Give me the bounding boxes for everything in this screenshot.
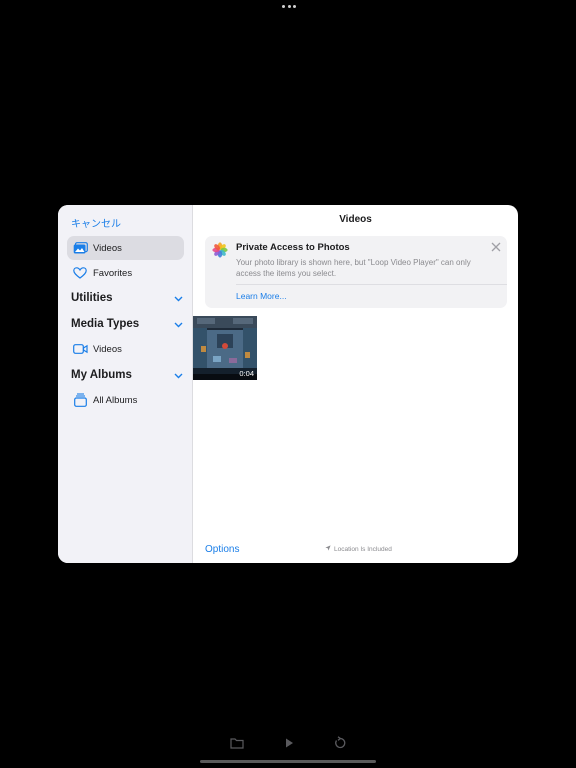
private-access-banner: Private Access to Photos Your photo libr… xyxy=(205,236,507,308)
options-button[interactable]: Options xyxy=(205,544,239,555)
home-indicator[interactable] xyxy=(200,760,376,763)
learn-more-link[interactable]: Learn More... xyxy=(236,291,287,301)
section-title: Media Types xyxy=(71,318,140,330)
sidebar-item-label: All Albums xyxy=(93,394,138,406)
location-status-text: Location Is Included xyxy=(334,545,392,553)
banner-text: Your photo library is shown here, but "L… xyxy=(236,258,471,278)
location-arrow-icon xyxy=(325,545,331,553)
chevron-down-icon xyxy=(174,289,183,307)
section-media-types[interactable]: Media Types xyxy=(71,315,183,333)
sidebar-item-label: Favorites xyxy=(93,267,133,279)
video-thumbnail[interactable]: 0:04 xyxy=(193,316,257,380)
heart-icon xyxy=(71,264,89,282)
video-camera-icon xyxy=(71,340,89,358)
sidebar-item-label: Videos xyxy=(93,343,122,355)
chevron-down-icon xyxy=(174,366,183,384)
location-status: Location Is Included xyxy=(325,545,392,553)
sidebar: キャンセル Videos Favorites Utilities Media T… xyxy=(58,205,193,563)
dot xyxy=(293,5,296,8)
sidebar-item-videos[interactable]: Videos xyxy=(67,236,184,260)
page-title: Videos xyxy=(339,214,372,225)
photos-app-icon xyxy=(212,242,228,258)
section-title: My Albums xyxy=(71,369,132,381)
bottom-toolbar xyxy=(0,734,576,754)
albums-stack-icon xyxy=(71,391,89,409)
photo-library-icon xyxy=(71,239,89,257)
sidebar-item-label: Videos xyxy=(93,242,122,254)
folder-icon[interactable] xyxy=(230,736,244,750)
sidebar-item-all-albums[interactable]: All Albums xyxy=(67,388,184,412)
main-content: Videos Private Access to Photos Your pho… xyxy=(193,205,518,563)
section-my-albums[interactable]: My Albums xyxy=(71,366,183,384)
section-utilities[interactable]: Utilities xyxy=(71,289,183,307)
play-icon[interactable] xyxy=(282,736,296,750)
chevron-down-icon xyxy=(174,315,183,333)
dot xyxy=(287,5,291,8)
cancel-button[interactable]: キャンセル xyxy=(71,215,121,230)
photo-picker-sheet: キャンセル Videos Favorites Utilities Media T… xyxy=(58,205,518,563)
section-title: Utilities xyxy=(71,292,113,304)
sidebar-item-media-videos[interactable]: Videos xyxy=(67,337,184,361)
dot xyxy=(282,5,285,8)
banner-title: Private Access to Photos xyxy=(236,242,350,253)
loop-icon[interactable] xyxy=(333,736,347,750)
sidebar-item-favorites[interactable]: Favorites xyxy=(67,261,184,285)
divider xyxy=(236,284,507,285)
close-icon[interactable] xyxy=(490,240,502,252)
screen: キャンセル Videos Favorites Utilities Media T… xyxy=(0,0,576,768)
video-duration: 0:04 xyxy=(239,369,254,378)
multitasking-dots[interactable] xyxy=(282,5,296,9)
